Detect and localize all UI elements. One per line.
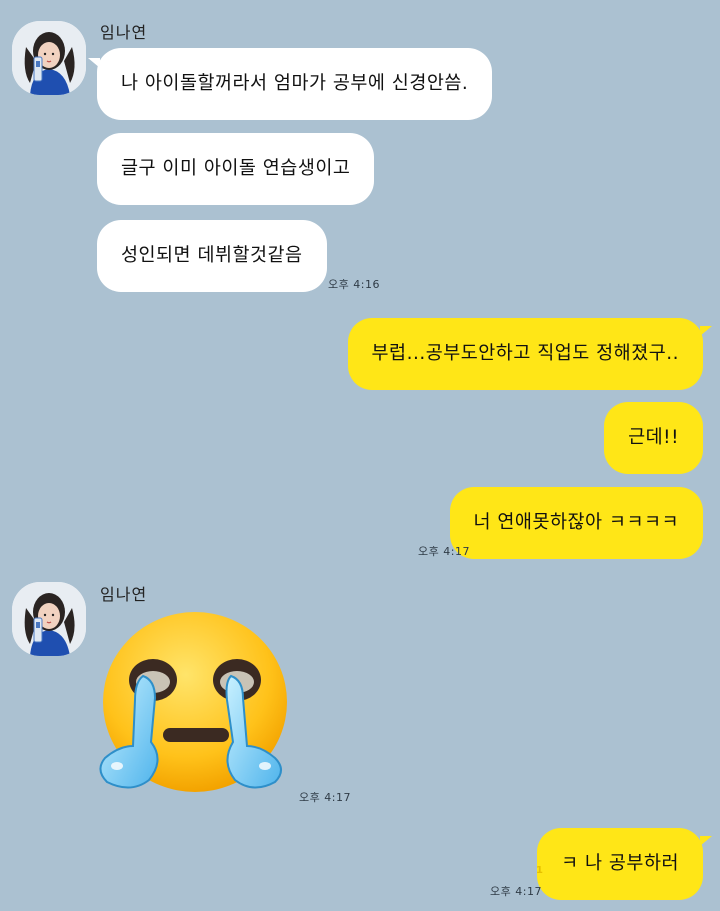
crying-face-emoji-icon — [99, 612, 287, 792]
message-timestamp: 오후 4:16 — [328, 278, 380, 291]
avatar[interactable] — [12, 582, 86, 656]
message-bubble[interactable]: 근데!! — [604, 402, 703, 474]
message-bubble[interactable]: 글구 이미 아이돌 연습생이고 — [97, 133, 375, 205]
unread-count: 1 — [536, 865, 543, 876]
message-timestamp: 오후 4:17 — [490, 885, 542, 898]
profile-photo-icon — [12, 21, 86, 95]
message-bubble[interactable]: 너 연애못하잖아 ㅋㅋㅋㅋ — [449, 487, 703, 559]
bubble-tail — [88, 58, 100, 68]
emoticon-message[interactable] — [95, 610, 295, 800]
message-text: 너 연애못하잖아 ㅋㅋㅋㅋ — [473, 511, 679, 533]
message-text: 나 아이돌할꺼라서 엄마가 공부에 신경안씀. — [121, 72, 469, 94]
message-timestamp: 오후 4:17 — [418, 545, 470, 558]
message-bubble[interactable]: 나 아이돌할꺼라서 엄마가 공부에 신경안씀. — [88, 48, 493, 120]
sender-name: 임나연 — [100, 23, 148, 42]
message-text: ㅋ 나 공부하러 — [561, 852, 679, 874]
message-bubble[interactable]: 부럽...공부도안하고 직업도 정해졌구.. — [347, 318, 712, 390]
message-bubble[interactable]: ㅋ 나 공부하러 — [537, 828, 712, 900]
message-timestamp: 오후 4:17 — [299, 791, 351, 804]
bubble-tail — [700, 326, 712, 336]
message-text: 성인되면 데뷔할것같음 — [121, 244, 303, 266]
profile-photo-icon — [12, 582, 86, 656]
message-text: 글구 이미 아이돌 연습생이고 — [121, 157, 351, 179]
message-bubble[interactable]: 성인되면 데뷔할것같음 — [97, 220, 327, 292]
message-text: 부럽...공부도안하고 직업도 정해졌구.. — [371, 342, 679, 364]
message-text: 근데!! — [628, 426, 679, 448]
avatar[interactable] — [12, 21, 86, 95]
sender-name: 임나연 — [100, 585, 148, 604]
bubble-tail — [700, 836, 712, 846]
